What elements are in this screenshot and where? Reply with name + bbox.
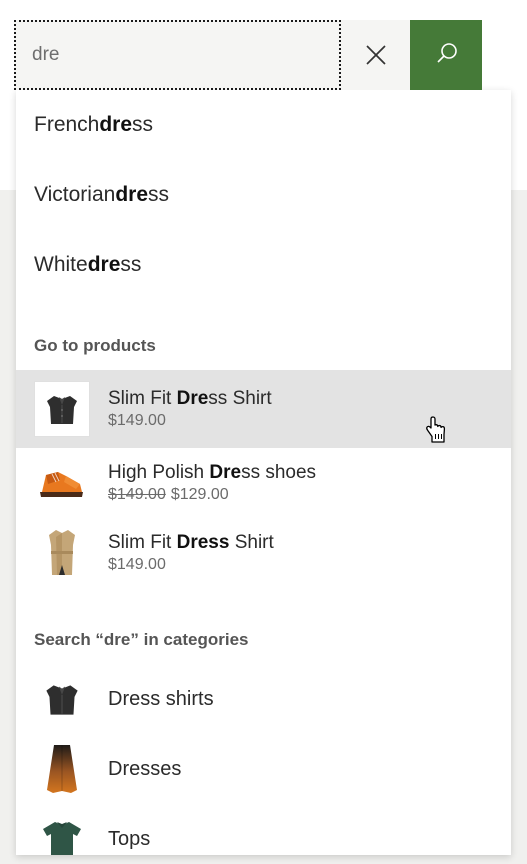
close-icon [363,42,389,68]
product-current-price: $149.00 [108,556,166,574]
search-input[interactable] [14,44,341,66]
product-title-suffix: ss shoes [241,461,317,483]
product-title-match: Dress [176,531,230,553]
product-info: High Polish Dress shoes $149.00 $129.00 [108,462,316,505]
product-title-suffix: Shirt [229,531,274,553]
suggestion-prefix: Victorian [34,183,116,206]
product-thumbnail [34,455,90,511]
suggestion-match: dre [115,183,149,206]
category-thumbnail [34,741,90,797]
product-result-row[interactable]: Slim Fit Dress Shirt $149.00 [16,518,511,588]
product-title: Slim Fit Dress Shirt [108,532,274,554]
search-bar [14,20,482,90]
suggestion-item[interactable]: French dre ss [16,90,511,160]
product-title-prefix: Slim Fit [108,531,177,553]
brown-long-skirt-icon [47,745,77,793]
product-title-prefix: High Polish [108,461,210,483]
product-result-row[interactable]: Slim Fit Dress Shirt $149.00 [16,370,511,448]
categories-section-header: Search “dre” in categories [34,630,249,649]
suggestion-item[interactable]: Victorian dre ss [16,160,511,230]
suggestion-item[interactable]: White dre ss [16,230,511,300]
product-title-suffix: ss Shirt [208,387,272,409]
clear-search-button[interactable] [341,20,410,90]
product-current-price: $129.00 [170,486,229,504]
product-result-row[interactable]: High Polish Dress shoes $149.00 $129.00 [16,448,511,518]
products-section-header: Go to products [34,336,156,355]
black-dress-shirt-icon [47,396,77,424]
suggestion-suffix: ss [132,113,154,136]
search-input-container[interactable] [14,20,341,90]
suggestion-prefix: White [34,253,88,276]
product-price: $149.00 [108,556,274,574]
product-title: Slim Fit Dress Shirt [108,388,272,410]
product-title-match: Dre [176,387,209,409]
product-title-prefix: Slim Fit [108,387,177,409]
product-current-price: $149.00 [108,412,166,430]
submit-search-button[interactable] [410,20,482,90]
search-suggestions-panel: French dre ss Victorian dre ss White dre ss… [16,90,511,855]
suggestion-suffix: ss [120,253,142,276]
magnifier-icon [431,40,461,70]
product-info: Slim Fit Dress Shirt $149.00 [108,388,272,431]
orange-leather-boot-icon [40,472,83,497]
suggestion-match: dre [99,113,133,136]
product-thumbnail [34,525,90,581]
category-label: Dress shirts [108,687,214,710]
product-price: $149.00 [108,412,272,430]
product-title: High Polish Dress shoes [108,462,316,484]
product-old-price: $149.00 [108,486,166,504]
product-info: Slim Fit Dress Shirt $149.00 [108,532,274,575]
suggestion-match: dre [87,253,121,276]
suggestion-suffix: ss [148,183,170,206]
product-price: $149.00 $129.00 [108,486,316,504]
suggestion-prefix: French [34,113,100,136]
category-thumbnail [34,671,90,727]
category-result-row[interactable]: Dresses [16,734,511,804]
product-title-match: Dre [209,461,242,483]
category-thumbnail [34,811,90,855]
category-label: Dresses [108,757,182,780]
black-dress-shirt-icon [46,685,78,715]
green-tshirt-icon [43,822,81,855]
category-label: Tops [108,827,151,850]
product-thumbnail [34,381,90,437]
category-result-row[interactable]: Dress shirts [16,664,511,734]
tan-trench-coat-icon [49,530,75,575]
category-result-row[interactable]: Tops [16,804,511,855]
